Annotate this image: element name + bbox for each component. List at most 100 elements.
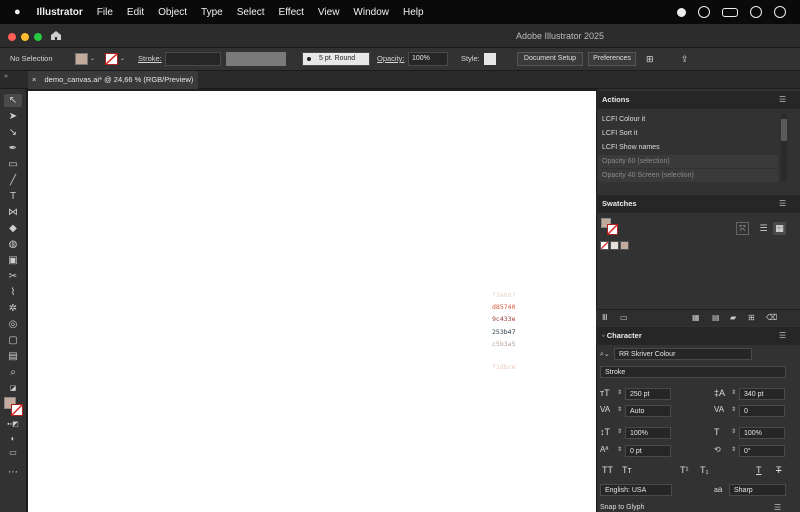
font-size-field[interactable]: 250 pt [625, 388, 671, 400]
stroke-label[interactable]: Stroke: [138, 52, 162, 66]
stepper-icon[interactable]: ⇕ [617, 428, 622, 435]
toolbar-stroke-swatch[interactable] [11, 404, 23, 416]
character-tab[interactable]: ◦ Character [602, 327, 642, 345]
expand-toolbar-icon[interactable]: » [4, 73, 8, 80]
battery-icon[interactable] [722, 7, 738, 17]
wifi-icon[interactable] [750, 6, 762, 18]
pen-tool-icon[interactable]: ✒ [6, 143, 20, 155]
paintbrush-tool-icon[interactable]: ╱ [6, 175, 20, 187]
panel-menu-icon[interactable]: ☰ [779, 199, 786, 208]
artboard-canvas[interactable] [28, 91, 596, 512]
font-style-field[interactable]: Stroke [600, 366, 786, 378]
reflect-tool-icon[interactable]: ⋈ [6, 207, 20, 219]
actions-scrollbar[interactable] [781, 113, 787, 181]
screen-mode-icon[interactable]: ▭ [6, 447, 20, 459]
eraser-tool-icon[interactable]: ◆ [6, 223, 20, 235]
font-search-icon[interactable]: ⌕⌄ [600, 350, 610, 359]
color-mode-icons[interactable]: ▪▫◩ [6, 419, 20, 431]
leading-field[interactable]: 340 pt [739, 388, 785, 400]
swatch-stroke-indicator[interactable] [607, 224, 618, 235]
stepper-icon[interactable]: ⇕ [731, 389, 736, 396]
variable-width-profile[interactable] [226, 52, 286, 66]
stepper-icon[interactable]: ⇕ [617, 446, 622, 453]
eyedropper-tool-icon[interactable]: ⌇ [6, 287, 20, 299]
creative-cloud-icon[interactable] [698, 6, 710, 18]
action-item[interactable]: Opacity 40 Screen (selection) [598, 169, 778, 182]
graphic-style-swatch[interactable] [484, 53, 496, 65]
symbol-sprayer-tool-icon[interactable]: ◎ [6, 319, 20, 331]
small-caps-icon[interactable]: Tᴛ [622, 465, 632, 475]
menu-effect[interactable]: Effect [279, 7, 304, 18]
swatches-tab[interactable]: Swatches [602, 195, 637, 213]
stroke-swatch[interactable] [105, 53, 118, 65]
baseline-shift-field[interactable]: 0 pt [625, 445, 671, 457]
list-view-icon[interactable]: ☰ [757, 222, 770, 235]
opacity-field[interactable]: 100% [408, 52, 448, 66]
menu-object[interactable]: Object [158, 7, 187, 18]
show-find-field-icon[interactable]: ⤧ [736, 222, 749, 235]
action-item[interactable]: LCFI Colour it [602, 113, 645, 126]
fill-swatch[interactable] [75, 53, 88, 65]
shape-builder-tool-icon[interactable]: ✂ [6, 271, 20, 283]
action-item[interactable]: LCFI Sort it [602, 127, 637, 140]
character-rotation-field[interactable]: 0° [739, 445, 785, 457]
kerning-field[interactable]: Auto [625, 405, 671, 417]
document-setup-button[interactable]: Document Setup [517, 52, 583, 66]
new-swatch-icon[interactable]: ⊞ [748, 313, 755, 322]
swatch-color[interactable] [620, 241, 629, 250]
swatch-none[interactable] [600, 241, 609, 250]
record-icon[interactable] [677, 7, 686, 17]
menu-type[interactable]: Type [201, 7, 223, 18]
swatch-registration[interactable] [610, 241, 619, 250]
free-transform-tool-icon[interactable]: ▣ [6, 255, 20, 267]
strikethrough-icon[interactable]: T [776, 465, 782, 475]
artboard-tool-icon[interactable]: ▢ [6, 335, 20, 347]
menu-window[interactable]: Window [353, 7, 389, 18]
preferences-button[interactable]: Preferences [588, 52, 636, 66]
show-kinds-icon[interactable]: ▦ [692, 313, 700, 322]
snap-menu-icon[interactable]: ☰ [774, 503, 781, 512]
type-tool-icon[interactable]: T [6, 191, 20, 203]
direct-selection-tool-icon[interactable]: ➤ [6, 111, 20, 123]
stepper-icon[interactable]: ⇕ [731, 406, 736, 413]
selection-tool-icon[interactable]: ↖ [6, 95, 20, 107]
stroke-weight-field[interactable] [165, 52, 221, 66]
document-tab[interactable]: × demo_canvas.ai* @ 24,66 % (RGB/Preview… [28, 71, 198, 89]
menu-help[interactable]: Help [403, 7, 424, 18]
panel-menu-icon[interactable]: ☰ [779, 331, 786, 340]
vertical-scale-field[interactable]: 100% [625, 427, 671, 439]
place-swatch-icon[interactable]: ▭ [620, 313, 628, 322]
panel-menu-icon[interactable]: ☰ [779, 95, 786, 104]
sync-icon[interactable] [774, 6, 786, 18]
font-family-field[interactable]: RR Skriver Colour [614, 348, 752, 360]
new-color-group-icon[interactable]: ▰ [730, 313, 736, 322]
graph-tool-icon[interactable]: ▤ [6, 351, 20, 363]
superscript-icon[interactable]: T¹ [680, 465, 689, 475]
stepper-icon[interactable]: ⇕ [617, 389, 622, 396]
anti-aliasing-select[interactable]: Sharp [729, 484, 786, 496]
delete-swatch-icon[interactable]: ⌫ [766, 313, 777, 322]
menu-view[interactable]: View [318, 7, 340, 18]
all-caps-icon[interactable]: TT [602, 465, 613, 475]
stepper-icon[interactable]: ⇕ [731, 428, 736, 435]
tracking-field[interactable]: 0 [739, 405, 785, 417]
swatch-libraries-icon[interactable]: Ⅲ [602, 313, 608, 322]
action-item[interactable]: LCFI Show names [602, 141, 660, 154]
subscript-icon[interactable]: T₁ [700, 465, 709, 475]
apple-icon[interactable]: ● [14, 6, 21, 18]
share-icon[interactable]: ⇪ [681, 52, 689, 66]
zoom-tool-icon[interactable]: ⌕ [6, 367, 20, 379]
language-select[interactable]: English: USA [600, 484, 672, 496]
stepper-icon[interactable]: ⇕ [617, 406, 622, 413]
horizontal-scale-field[interactable]: 100% [739, 427, 785, 439]
chevron-down-icon[interactable]: ⌄ [120, 52, 125, 66]
underline-icon[interactable]: T [756, 465, 762, 475]
menu-select[interactable]: Select [237, 7, 265, 18]
rectangle-tool-icon[interactable]: ▭ [6, 159, 20, 171]
chevron-down-icon[interactable]: ⌄ [90, 52, 95, 66]
menu-file[interactable]: File [97, 7, 113, 18]
blend-tool-icon[interactable]: ✲ [6, 303, 20, 315]
arrange-icon[interactable]: ⊞ [646, 52, 654, 66]
swatch-options-icon[interactable]: ▤ [712, 313, 720, 322]
grid-view-icon[interactable]: ▦ [773, 222, 786, 235]
